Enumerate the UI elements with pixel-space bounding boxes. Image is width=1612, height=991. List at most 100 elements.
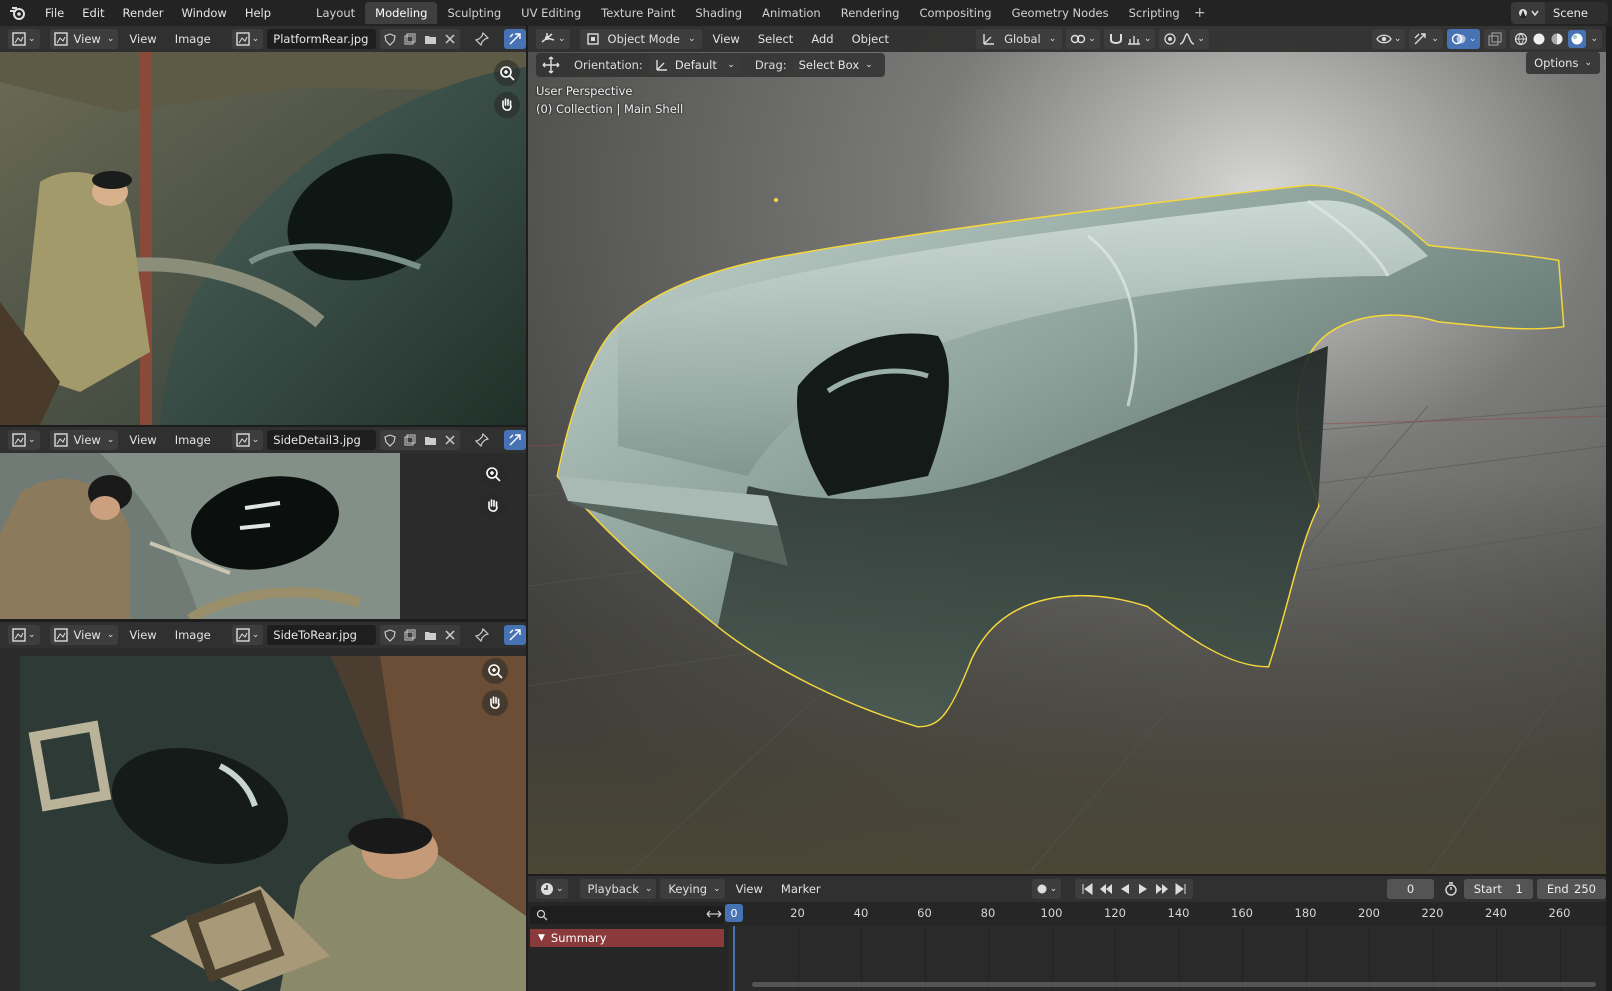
auto-keying-toggle[interactable]: ⌄ [1031,879,1062,899]
close-icon[interactable] [440,625,460,645]
frame-ruler[interactable]: 0 20 40 60 80 100 120 140 160 180 200 220 240 260 [706,902,1606,926]
show-gizmo-toggle[interactable] [504,430,526,450]
show-gizmo-toggle[interactable] [504,625,526,645]
start-frame-field[interactable]: Start 1 [1463,879,1533,899]
options-dropdown[interactable]: Options ⌄ [1526,52,1600,74]
browse-image-button[interactable]: ⌄ [231,29,264,49]
wireframe-shading-icon[interactable] [1514,32,1528,46]
editor-type-button[interactable]: ⌄ [536,879,568,899]
tab-scripting[interactable]: Scripting [1119,2,1190,24]
image-filename-field[interactable]: SideDetail3.jpg [267,430,377,450]
tab-layout[interactable]: Layout [306,2,365,24]
jump-to-keyframe-next-icon[interactable] [1155,883,1169,895]
jump-to-start-icon[interactable] [1081,883,1093,895]
playback-dropdown[interactable]: Playback ⌄ [579,879,657,899]
menu-render[interactable]: Render [114,2,173,24]
proportional-edit-icon[interactable] [1163,32,1177,46]
3d-viewport[interactable]: ⌄ Object Mode ⌄ View Select Add Object G… [528,26,1606,874]
editor-type-button[interactable]: ⌄ [8,625,40,645]
image-filename-field[interactable]: SideToRear.jpg [267,625,377,645]
xray-toggle[interactable] [1484,29,1507,49]
browse-image-button[interactable]: ⌄ [231,625,264,645]
tab-animation[interactable]: Animation [752,2,831,24]
menu-add[interactable]: Add [804,32,840,46]
editor-type-button[interactable]: ⌄ [8,29,40,49]
view-mode-dropdown[interactable]: View ⌄ [49,625,119,645]
keyframe-area[interactable] [728,926,1606,991]
menu-edit[interactable]: Edit [73,2,113,24]
tab-sculpting[interactable]: Sculpting [437,2,511,24]
pin-icon[interactable] [472,625,492,645]
view-menu[interactable]: View [122,628,163,642]
orientation-dropdown[interactable]: Default ⌄ [648,55,741,75]
move-tool-icon[interactable] [542,56,560,74]
tab-compositing[interactable]: Compositing [909,2,1001,24]
view-mode-dropdown[interactable]: View ⌄ [49,430,119,450]
view-mode-dropdown[interactable]: View ⌄ [49,29,119,49]
pan-hand-icon[interactable] [494,92,520,118]
play-reverse-icon[interactable] [1119,883,1131,895]
pan-hand-icon[interactable] [482,690,508,716]
browse-image-button[interactable]: ⌄ [231,430,264,450]
object-mode-dropdown[interactable]: Object Mode ⌄ [579,29,702,49]
current-frame-field[interactable]: 0 [1387,879,1434,899]
blender-logo-icon[interactable] [8,3,28,23]
menu-marker[interactable]: Marker [774,882,828,896]
zoom-icon[interactable] [494,60,520,86]
fake-user-shield-icon[interactable] [380,29,400,49]
visibility-dropdown[interactable]: ⌄ [1371,29,1406,49]
open-folder-icon[interactable] [420,430,440,450]
falloff-curve-icon[interactable] [1179,32,1195,46]
menu-select[interactable]: Select [751,32,800,46]
sync-arrows-icon[interactable] [704,904,724,924]
menu-file[interactable]: File [36,2,73,24]
gizmo-dropdown[interactable]: ⌄ [1409,29,1443,49]
summary-channel[interactable]: ▼ Summary [530,929,724,947]
play-icon[interactable] [1137,883,1149,895]
reference-image-side-detail[interactable] [0,453,526,619]
duplicate-icon[interactable] [400,430,420,450]
menu-view[interactable]: View [729,882,770,896]
disclosure-triangle-icon[interactable]: ▼ [538,933,545,943]
add-workspace-icon[interactable]: + [1190,5,1210,21]
tab-texture-paint[interactable]: Texture Paint [591,2,685,24]
tab-uv-editing[interactable]: UV Editing [511,2,591,24]
rendered-shading-button[interactable] [1568,30,1587,48]
image-menu[interactable]: Image [168,628,218,642]
snap-magnet-icon[interactable] [1108,32,1124,46]
image-filename-field[interactable]: PlatformRear.jpg [267,29,377,49]
view-menu[interactable]: View [122,32,163,46]
show-gizmo-toggle[interactable] [504,29,526,49]
close-icon[interactable] [440,29,460,49]
jump-to-keyframe-prev-icon[interactable] [1099,883,1113,895]
reference-image-side-to-rear[interactable] [0,656,526,991]
transform-orientation-dropdown[interactable]: Global ⌄ [976,29,1063,49]
menu-window[interactable]: Window [172,2,235,24]
image-menu[interactable]: Image [168,433,218,447]
chevron-down-icon[interactable]: ⌄ [1590,34,1598,44]
menu-object[interactable]: Object [845,32,896,46]
close-icon[interactable] [440,430,460,450]
snap-increment-icon[interactable] [1126,32,1142,46]
menu-view[interactable]: View [706,32,747,46]
tab-modeling[interactable]: Modeling [365,2,438,24]
drag-dropdown[interactable]: Select Box ⌄ [792,55,879,75]
jump-to-end-icon[interactable] [1175,883,1187,895]
pin-icon[interactable] [472,430,492,450]
channel-search-field[interactable] [530,906,724,924]
zoom-icon[interactable] [480,461,506,487]
image-menu[interactable]: Image [168,32,218,46]
reference-image-platform-rear[interactable] [0,52,526,425]
tab-shading[interactable]: Shading [685,2,752,24]
horizontal-scrollbar[interactable] [752,982,1596,987]
open-folder-icon[interactable] [420,29,440,49]
tab-rendering[interactable]: Rendering [831,2,910,24]
editor-type-button[interactable]: ⌄ [8,430,40,450]
overlays-toggle[interactable]: ⌄ [1446,29,1481,49]
keying-dropdown[interactable]: Keying ⌄ [660,879,725,899]
editor-type-button[interactable]: ⌄ [536,29,570,49]
fake-user-shield-icon[interactable] [380,625,400,645]
zoom-icon[interactable] [482,658,508,684]
open-folder-icon[interactable] [420,625,440,645]
pan-hand-icon[interactable] [480,493,506,519]
